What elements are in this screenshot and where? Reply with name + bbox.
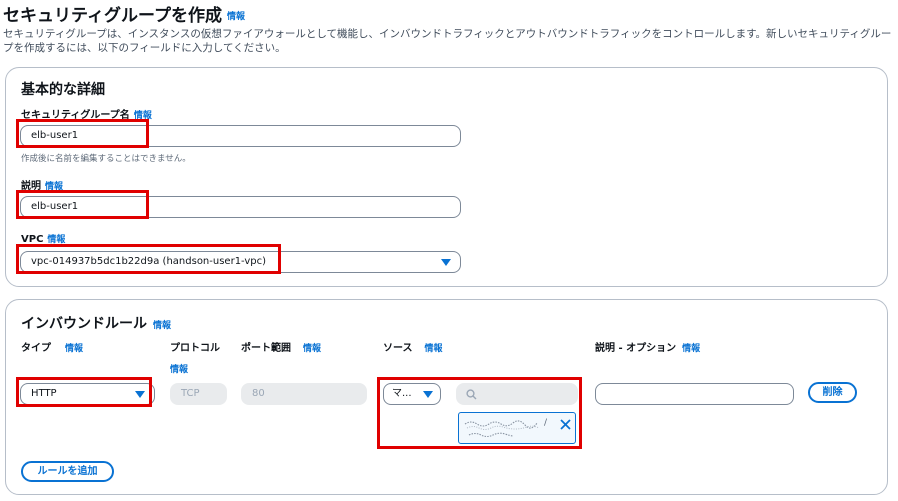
col-protocol-info-link[interactable]: 情報 <box>170 362 188 375</box>
col-protocol-header: プロトコル <box>170 343 220 354</box>
rule-port-value: 80 <box>252 388 265 399</box>
col-type-info-link[interactable]: 情報 <box>65 344 83 354</box>
highlight-vpc <box>16 244 281 274</box>
col-port-header: ポート範囲 情報 <box>241 343 322 354</box>
add-rule-button[interactable]: ルールを追加 <box>21 461 114 482</box>
col-port-info-link[interactable]: 情報 <box>303 344 321 354</box>
chevron-down-icon <box>441 259 451 266</box>
rule-port-field: 80 <box>241 383 367 405</box>
inbound-rules-title: インバウンドルール 情報 <box>21 316 172 332</box>
col-type-header: タイプ 情報 <box>21 343 84 354</box>
page-info-link[interactable]: 情報 <box>227 12 245 22</box>
page-description: セキュリティグループは、インスタンスの仮想ファイアウォールとして機能し、インバウ… <box>3 28 892 54</box>
delete-rule-button[interactable]: 削除 <box>808 382 857 403</box>
page-title: セキュリティグループを作成 情報 <box>3 1 245 26</box>
highlight-rule-source <box>377 377 582 449</box>
sg-name-hint: 作成後に名前を編集することはできません。 <box>21 154 191 164</box>
rule-description-input[interactable] <box>595 383 794 405</box>
basic-details-title: 基本的な詳細 <box>21 82 105 98</box>
highlight-description <box>16 190 149 219</box>
col-source-info-link[interactable]: 情報 <box>425 344 443 354</box>
rule-protocol-field: TCP <box>170 383 227 405</box>
col-source-header: ソース 情報 <box>383 343 443 354</box>
col-desc-header: 説明 - オプション 情報 <box>595 343 701 354</box>
inbound-info-link[interactable]: 情報 <box>153 321 171 331</box>
col-desc-info-link[interactable]: 情報 <box>682 344 700 354</box>
highlight-rule-type <box>16 377 152 407</box>
rule-protocol-value: TCP <box>181 388 200 399</box>
page-title-text: セキュリティグループを作成 <box>3 6 222 26</box>
highlight-sg-name <box>16 119 149 148</box>
